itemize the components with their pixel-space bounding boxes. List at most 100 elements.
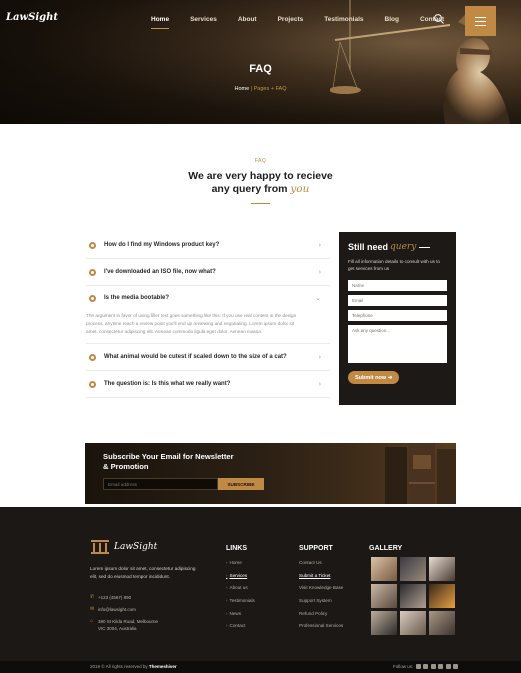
support-link[interactable]: Visit Knowledge Base (299, 585, 343, 598)
hero-banner: LawSight Home Services About Projects Te… (0, 0, 521, 124)
phone-field[interactable] (348, 310, 447, 321)
footer-phone: ✆ +123 (4567) 890 (90, 594, 131, 601)
phone-icon: ✆ (90, 594, 95, 600)
query-form-title: Still need query (348, 242, 447, 252)
copyright-brand[interactable]: Themeshiver (149, 664, 177, 669)
newsletter-email-input[interactable] (103, 478, 218, 490)
nav-testimonials[interactable]: Testimonials (324, 16, 363, 23)
heading-divider (251, 203, 270, 204)
gallery-image[interactable] (429, 584, 455, 608)
faq-item-header[interactable]: How do I find my Windows product key? › (86, 232, 330, 258)
support-link[interactable]: Contact Us (299, 560, 343, 573)
gallery-image[interactable] (400, 584, 426, 608)
name-field[interactable] (348, 280, 447, 291)
faq-item-open[interactable]: Is the media bootable? ⌄ The argument in… (86, 286, 330, 344)
nav-about[interactable]: About (238, 16, 257, 23)
query-form: Still need query Fill all information de… (339, 232, 456, 405)
faq-item[interactable]: How do I find my Windows product key? › (86, 232, 330, 259)
faq-bullet-icon (89, 241, 96, 249)
gallery-image[interactable] (371, 584, 397, 608)
gallery-image[interactable] (429, 557, 455, 581)
gallery-image[interactable] (400, 557, 426, 581)
follow-label: Follow us: (393, 664, 414, 669)
faq-item-header[interactable]: Is the media bootable? ⌄ (86, 286, 330, 310)
support-title: SUPPORT (299, 545, 333, 552)
footer-link-label: Services (229, 572, 248, 578)
footer-link[interactable]: › Services (226, 573, 255, 586)
gallery-image[interactable] (429, 611, 455, 635)
newsletter-title: Subscribe Your Email for Newsletter & Pr… (103, 452, 234, 472)
menu-icon-bar (475, 16, 486, 18)
message-field[interactable] (348, 325, 447, 363)
instagram-icon[interactable] (453, 664, 459, 669)
footer-logo[interactable]: LawSight (90, 539, 157, 555)
footer-link[interactable]: › News (226, 611, 255, 624)
nav-home[interactable]: Home (151, 16, 170, 29)
address-line-1: 380 St Kilda Road, Melbourne (98, 619, 159, 624)
twitter-icon[interactable] (423, 664, 429, 669)
logo[interactable]: LawSight (6, 12, 58, 23)
breadcrumb-separator: | (250, 86, 253, 92)
footer-link-label: Home (229, 560, 242, 565)
footer-logo-text: LawSight (114, 542, 158, 552)
gallery-title: GALLERY (369, 545, 403, 552)
support-link[interactable]: Submit a Ticket (299, 573, 343, 586)
faq-item[interactable]: The question is: Is this what we really … (86, 371, 330, 398)
footer-email[interactable]: ✉ info@lawsight.com (90, 606, 136, 613)
newsletter-title-line-2: & Promotion (103, 462, 149, 471)
query-title-accent: query (390, 242, 417, 252)
faq-question: The question is: Is this what we really … (104, 381, 231, 387)
bottom-bar: 2019 © All rights reserved by Themeshive… (0, 661, 521, 673)
chevron-right-icon: › (226, 560, 228, 565)
chevron-right-icon: › (318, 353, 321, 361)
footer-link-label: News (229, 610, 242, 616)
chevron-right-icon: › (226, 572, 228, 578)
pinterest-icon[interactable] (445, 664, 451, 669)
faq-item[interactable]: What animal would be cutest if scaled do… (86, 344, 330, 371)
support-link[interactable]: Professional Services (299, 623, 343, 636)
footer-link[interactable]: › About us (226, 585, 255, 598)
faq-item[interactable]: I've downloaded an ISO file, now what? › (86, 259, 330, 286)
support-links: Contact Us Submit a Ticket Visit Knowled… (299, 560, 343, 636)
support-link[interactable]: Refund Policy (299, 611, 343, 624)
faq-item-header[interactable]: What animal would be cutest if scaled do… (86, 344, 330, 370)
facebook-icon[interactable] (415, 664, 421, 669)
faq-question: I've downloaded an ISO file, now what? (104, 269, 216, 275)
query-title-text: Still need (348, 242, 389, 252)
footer-link[interactable]: › Home (226, 560, 255, 573)
linkedin-icon[interactable] (438, 664, 444, 669)
breadcrumb-home[interactable]: Home (234, 86, 249, 92)
menu-button[interactable] (465, 6, 496, 36)
faq-item-header[interactable]: The question is: Is this what we really … (86, 371, 330, 397)
subscribe-button[interactable]: SUBSCRIBE (218, 478, 264, 490)
nav-services[interactable]: Services (190, 16, 217, 23)
menu-icon-bar (475, 24, 486, 26)
footer-link[interactable]: › Contact (226, 623, 255, 636)
google-plus-icon[interactable] (430, 664, 436, 669)
social-follow: Follow us: (393, 664, 459, 669)
gallery-image[interactable] (400, 611, 426, 635)
chevron-right-icon: › (226, 623, 228, 629)
chevron-right-icon: › (226, 598, 228, 604)
footer-link[interactable]: › Testimonials (226, 598, 255, 611)
faq-bullet-icon (89, 380, 96, 388)
heading-line-2: any query from you (0, 183, 521, 196)
chevron-down-icon: ⌄ (315, 295, 321, 302)
submit-button[interactable]: Submit now ➔ (348, 371, 400, 384)
email-field[interactable] (348, 295, 447, 306)
faq-item-header[interactable]: I've downloaded an ISO file, now what? › (86, 259, 330, 285)
heading-line-1: We are very happy to recieve (188, 170, 333, 182)
search-icon[interactable] (433, 13, 445, 25)
page: LawSight Home Services About Projects Te… (0, 0, 521, 673)
nav-projects[interactable]: Projects (278, 16, 304, 23)
gallery-image[interactable] (371, 557, 397, 581)
gallery-image[interactable] (371, 611, 397, 635)
chevron-right-icon: › (318, 241, 321, 249)
footer-phone-text: +123 (4567) 890 (98, 595, 132, 600)
chevron-right-icon: › (226, 610, 228, 616)
faq-question: What animal would be cutest if scaled do… (104, 354, 287, 360)
support-link[interactable]: Support System (299, 598, 343, 611)
nav-blog[interactable]: Blog (385, 16, 399, 23)
links-title: LINKS (226, 545, 247, 552)
breadcrumb-current: Pages + FAQ (253, 86, 287, 92)
